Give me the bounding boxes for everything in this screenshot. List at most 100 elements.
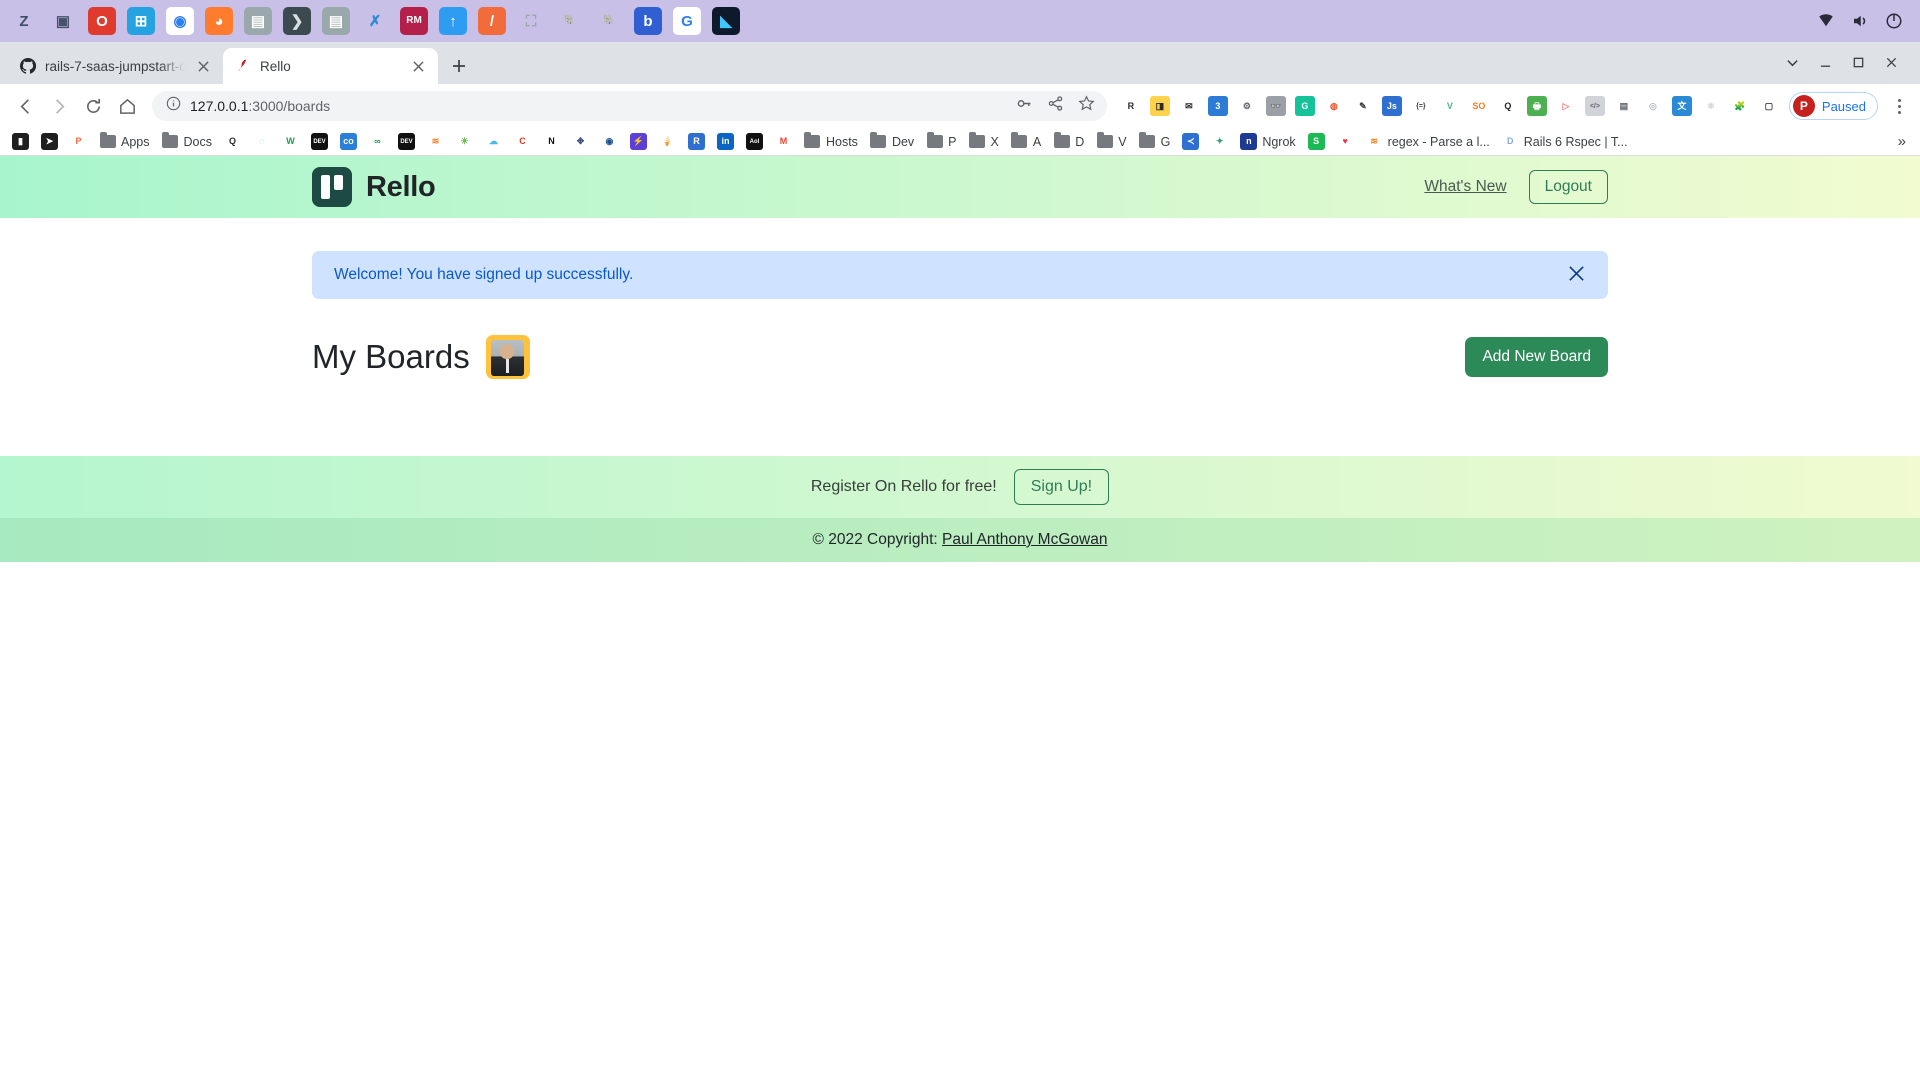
terminal-icon[interactable]: ❯ <box>283 7 311 35</box>
window-manager-icon[interactable]: ▣ <box>49 7 77 35</box>
settings-gear-extension[interactable]: ⚙ <box>1237 96 1257 116</box>
browser-tab-rello[interactable]: Rello <box>223 48 438 84</box>
bookmark-item[interactable]: ✦ <box>1205 131 1234 152</box>
password-key-icon[interactable] <box>1016 95 1033 117</box>
bookmark-item[interactable]: n Ngrok <box>1234 131 1301 152</box>
minimize-icon[interactable] <box>1819 56 1832 74</box>
brand-logo[interactable]: Rello <box>312 167 436 207</box>
ruby-magnifier-extension[interactable]: R <box>1120 96 1141 116</box>
bookmark-item[interactable]: V <box>1090 131 1132 152</box>
bookmark-item[interactable]: in <box>711 131 740 152</box>
browser-tab-github[interactable]: rails-7-saas-jumpstart-octo <box>8 48 223 84</box>
video-downloader-extension[interactable]: ▷ <box>1555 96 1576 116</box>
profile-status-pill[interactable]: P Paused <box>1788 92 1878 120</box>
bookmarks-overflow-button[interactable]: » <box>1890 133 1914 150</box>
share-icon[interactable] <box>1047 95 1064 117</box>
bitwarden-icon[interactable]: b <box>634 7 662 35</box>
opera-icon[interactable]: O <box>88 7 116 35</box>
bookmark-item[interactable]: D Rails 6 Rspec | T... <box>1496 131 1634 152</box>
network-graph-icon[interactable]: ◣ <box>712 7 740 35</box>
bookmark-item[interactable]: DEV <box>392 131 421 152</box>
translate-extension[interactable]: 文 <box>1671 96 1692 116</box>
close-icon[interactable] <box>409 57 427 75</box>
bookmark-item[interactable]: co <box>334 131 363 152</box>
reload-icon[interactable] <box>78 91 108 121</box>
bookmark-item[interactable]: Q <box>218 131 247 152</box>
react-devtools-extension[interactable]: ⚛ <box>1701 96 1721 116</box>
bookmark-item[interactable]: P <box>64 131 93 152</box>
bookmark-item[interactable]: ≺ <box>1176 131 1205 152</box>
bookmark-item[interactable]: DEV <box>305 131 334 152</box>
firefox-icon[interactable]: ◕ <box>205 7 233 35</box>
author-link[interactable]: Paul Anthony McGowan <box>942 531 1107 549</box>
files-manager-icon-2[interactable]: ▤ <box>322 7 350 35</box>
bookmark-item[interactable]: X <box>963 131 1005 152</box>
postman-icon[interactable]: / <box>478 7 506 35</box>
power-icon[interactable] <box>1884 11 1904 31</box>
quality-check-extension[interactable]: Q <box>1498 96 1518 116</box>
bookmark-item[interactable]: P <box>920 131 962 152</box>
volume-icon[interactable] <box>1850 11 1870 31</box>
google-icon[interactable]: G <box>673 7 701 35</box>
bookmark-item[interactable]: W <box>276 131 305 152</box>
bookmark-item[interactable]: Aol <box>740 131 769 152</box>
bookmark-item[interactable]: ✳ <box>450 131 479 152</box>
new-tab-button[interactable] <box>444 51 474 81</box>
chevron-down-icon[interactable] <box>1786 56 1799 74</box>
zulip-icon[interactable]: Z <box>10 7 38 35</box>
bookmark-item[interactable]: 🍦 <box>653 131 682 152</box>
bookmark-item[interactable]: ◌ <box>247 131 276 152</box>
bookmark-item[interactable]: ☁ <box>479 131 508 152</box>
print-friendly-extension[interactable]: 🖶 <box>1526 96 1547 116</box>
back-icon[interactable] <box>10 91 40 121</box>
vue-devtools-extension[interactable]: V <box>1440 96 1460 116</box>
postgresql-icon[interactable]: 🐘 <box>556 7 584 35</box>
screenshot-tool-icon[interactable]: ⛶ <box>517 7 545 35</box>
json-formatter-extension[interactable]: {=} <box>1411 96 1431 116</box>
logout-button[interactable]: Logout <box>1528 170 1608 204</box>
bookmark-item[interactable]: D <box>1047 131 1090 152</box>
files-manager-icon[interactable]: ▤ <box>244 7 272 35</box>
maximize-icon[interactable] <box>1852 56 1865 74</box>
glasses-reader-extension[interactable]: 👓 <box>1265 96 1286 116</box>
bookmark-star-icon[interactable] <box>1078 95 1095 117</box>
bookmark-item[interactable]: C <box>508 131 537 152</box>
sign-up-button[interactable]: Sign Up! <box>1013 469 1110 505</box>
javascript-toggle-extension[interactable]: Js <box>1381 96 1402 116</box>
side-panel-icon[interactable]: ▢ <box>1759 96 1779 116</box>
bookmark-item[interactable]: G <box>1133 131 1177 152</box>
google-chrome-icon[interactable]: ◉ <box>166 7 194 35</box>
upload-tool-icon[interactable]: ↑ <box>439 7 467 35</box>
bookmark-item[interactable]: ∞ <box>363 131 392 152</box>
info-circle-icon[interactable] <box>166 96 181 116</box>
forward-icon[interactable] <box>44 91 74 121</box>
colorwheel-extension[interactable]: ◍ <box>1323 96 1344 116</box>
home-icon[interactable] <box>112 91 142 121</box>
bookmark-item[interactable]: R <box>682 131 711 152</box>
vscode-icon[interactable]: ✗ <box>361 7 389 35</box>
bookmark-item[interactable]: M <box>769 131 798 152</box>
address-bar[interactable]: 127.0.0.1:3000/boards <box>152 91 1107 121</box>
bookmark-item[interactable]: ≋ <box>421 131 450 152</box>
bookmark-item[interactable]: ▮ <box>6 131 35 152</box>
user-avatar[interactable] <box>485 335 530 379</box>
chrome-menu-icon[interactable] <box>1888 98 1910 114</box>
notebook-extension[interactable]: ▤ <box>1614 96 1634 116</box>
rubymine-icon[interactable]: RM <box>400 7 428 35</box>
colorpick-extension[interactable]: ◨ <box>1149 96 1170 116</box>
close-icon[interactable] <box>194 57 212 75</box>
bookmark-item[interactable]: ♥ <box>1331 131 1360 152</box>
mail-off-extension[interactable]: ✉ <box>1178 96 1199 116</box>
app-store-icon[interactable]: ⊞ <box>127 7 155 35</box>
bookmark-item[interactable]: Apps <box>93 131 156 152</box>
window-close-icon[interactable] <box>1885 56 1898 74</box>
wifi-icon[interactable] <box>1816 11 1836 31</box>
bookmark-item[interactable]: Dev <box>864 131 920 152</box>
eyedropper-extension[interactable]: ✎ <box>1353 96 1373 116</box>
bookmark-item[interactable]: S <box>1302 131 1331 152</box>
grammarly-extension[interactable]: G <box>1294 96 1315 116</box>
add-new-board-button[interactable]: Add New Board <box>1465 337 1608 377</box>
code-inspector-extension[interactable]: </> <box>1584 96 1605 116</box>
bookmark-item[interactable]: ≋ regex - Parse a l... <box>1360 131 1496 152</box>
extensions-puzzle-icon[interactable]: 🧩 <box>1730 96 1750 116</box>
